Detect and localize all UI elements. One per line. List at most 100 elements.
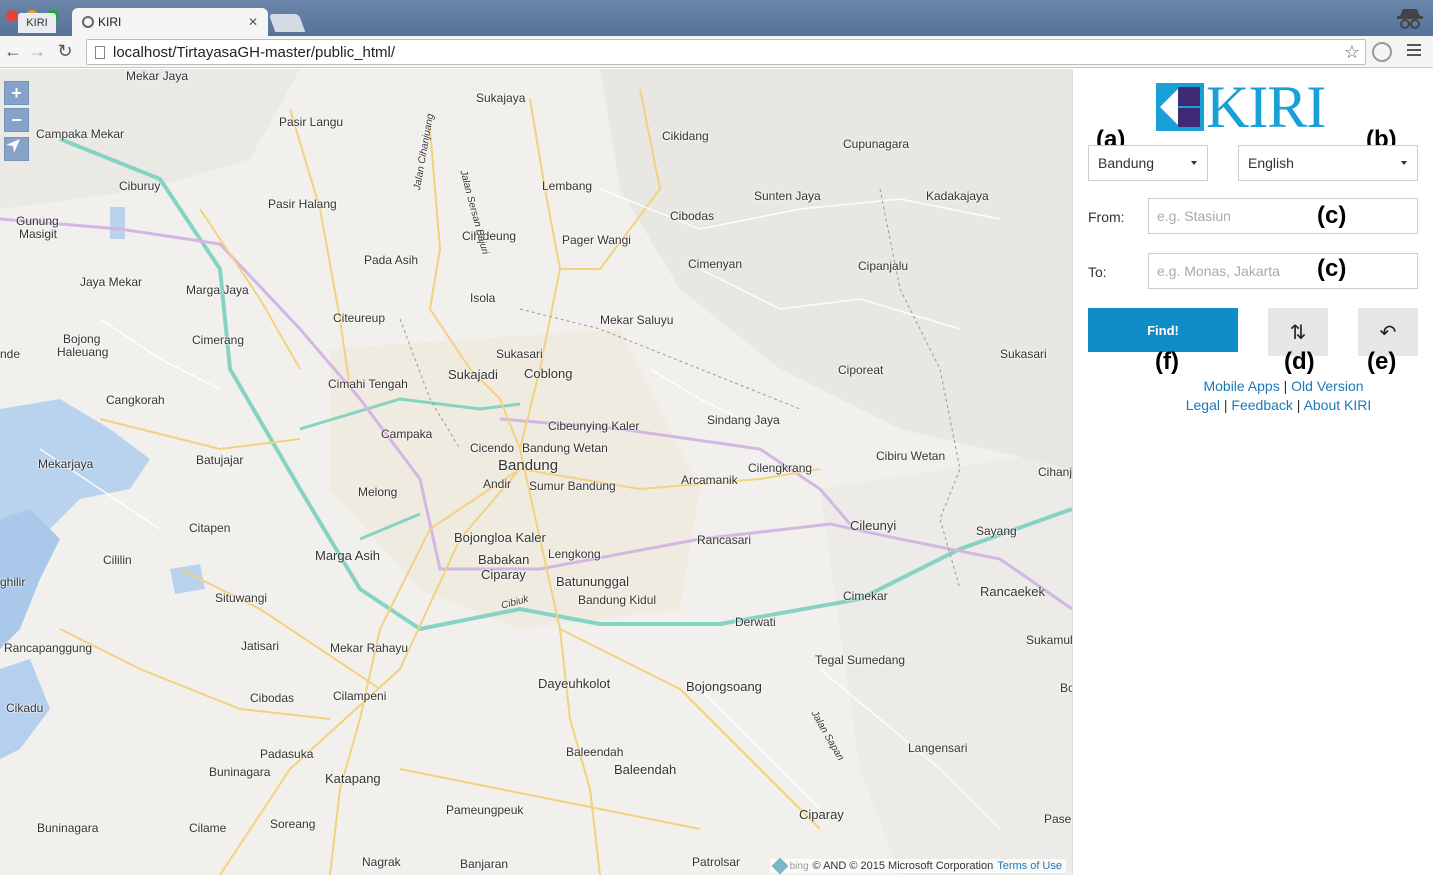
map-place-label: Padasuka	[260, 747, 314, 761]
map-place-label: Lengkong	[548, 547, 601, 561]
map-place-label: Banjaran	[460, 857, 509, 871]
globe-icon[interactable]	[1372, 42, 1392, 62]
favicon-icon	[82, 16, 94, 28]
map-place-label: Sukajaya	[476, 91, 526, 105]
terms-of-use-link[interactable]: Terms of Use	[997, 860, 1062, 872]
hamburger-menu-icon[interactable]	[1407, 44, 1421, 58]
map-place-label: Sumur Bandung	[529, 479, 616, 493]
map-place-label: Paseh	[1044, 812, 1072, 826]
forward-arrow-icon[interactable]: →	[26, 40, 48, 62]
map-place-label: Jaya Mekar	[80, 275, 143, 289]
from-label: From:	[1088, 209, 1125, 225]
old-version-link[interactable]: Old Version	[1291, 378, 1363, 394]
map-place-label: Sindang Jaya	[707, 413, 780, 427]
feedback-link[interactable]: Feedback	[1231, 397, 1292, 413]
map-place-label: Andir	[483, 477, 512, 491]
new-tab-button[interactable]	[268, 14, 306, 32]
map-place-label: Cihanj	[1038, 465, 1072, 479]
map-place-label: Situwangi	[215, 591, 268, 605]
map-place-label: Pasir Halang	[268, 197, 337, 211]
map-attribution: bing © AND © 2015 Microsoft Corporation …	[769, 857, 1066, 875]
undo-arrow-icon: ↶	[1379, 321, 1397, 344]
map-place-label: Jatisari	[241, 639, 280, 653]
map-place-label: Dayeuhkolot	[538, 676, 611, 691]
map-place-label: Cilengkrang	[748, 461, 813, 475]
links-row-2: Legal | Feedback | About KIRI	[1073, 397, 1433, 413]
tab-small-kiri[interactable]: KIRI	[18, 13, 56, 33]
map-place-label: Mekar Rahayu	[330, 641, 409, 655]
bing-label: bing	[789, 860, 809, 872]
kiri-logo-icon	[1156, 83, 1204, 131]
map-place-label: Cibodas	[250, 691, 295, 705]
map-place-label: Cilame	[189, 821, 227, 835]
mobile-apps-link[interactable]: Mobile Apps	[1203, 378, 1279, 394]
map-place-label: Isola	[470, 291, 496, 305]
map-place-label: Bojongsoang	[686, 679, 762, 694]
map-place-label: Cimenyan	[688, 257, 743, 271]
zoom-out-button[interactable]: −	[4, 108, 29, 132]
map-place-label: Patrolsar	[692, 855, 741, 869]
map-place-label: Arcamanik	[681, 473, 738, 487]
zoom-in-button[interactable]: +	[4, 81, 29, 105]
page-icon	[95, 45, 105, 59]
map-place-label: Tegal Sumedang	[815, 653, 906, 667]
map-place-label: Sayang	[976, 524, 1017, 538]
incognito-icon	[1395, 4, 1425, 32]
city-select-value: Bandung	[1098, 155, 1155, 171]
map-place-label: nde	[0, 347, 21, 361]
to-input[interactable]	[1148, 253, 1418, 289]
link-separator: |	[1223, 397, 1228, 413]
annotation-f: (f)	[1155, 348, 1179, 375]
map-place-label: Cikadu	[6, 701, 44, 715]
back-arrow-icon[interactable]: ←	[2, 40, 24, 62]
reload-icon[interactable]: ↻	[54, 40, 76, 62]
from-input[interactable]	[1148, 198, 1418, 234]
map-place-label: Sukasari	[1000, 347, 1047, 361]
city-select[interactable]: Bandung	[1088, 145, 1208, 181]
url-text[interactable]: localhost/TirtayasaGH-master/public_html…	[113, 44, 1339, 61]
map-place-label: Campaka Mekar	[36, 127, 125, 141]
language-select[interactable]: English	[1238, 145, 1418, 181]
map-place-label: Rancasari	[697, 533, 752, 547]
map-view[interactable]: Mekar Jaya Sukajaya Pasir Langu Cikidang Cup…	[0, 69, 1072, 875]
map-place-label: Cimekar	[843, 589, 888, 603]
map-place-label: Pager Wangi	[562, 233, 631, 247]
map-place-label: Kadakajaya	[926, 189, 989, 203]
route-panel: KIRI (a) (b) Bandung English From: (c) T…	[1072, 69, 1433, 875]
close-window-button[interactable]	[6, 10, 18, 22]
swap-arrows-icon: ⇅	[1289, 321, 1307, 344]
map-place-label: Baleendah	[614, 762, 677, 777]
map-place-label: Cililin	[103, 553, 132, 567]
bookmark-star-icon[interactable]: ☆	[1339, 42, 1365, 63]
map-place-label: Ciporeat	[838, 363, 884, 377]
map-place-label: Katapang	[325, 771, 381, 786]
legal-link[interactable]: Legal	[1186, 397, 1220, 413]
find-button[interactable]: Find!	[1088, 308, 1238, 352]
copyright-text: © AND © 2015 Microsoft Corporation	[812, 860, 994, 872]
link-separator: |	[1283, 378, 1288, 394]
map-place-label: Bojong	[63, 332, 101, 346]
locate-me-button[interactable]	[4, 137, 29, 161]
map-place-label: Citapen	[189, 521, 231, 535]
map-place-label: Mekarjaya	[38, 457, 94, 471]
close-tab-icon[interactable]: ✕	[248, 15, 258, 29]
map-place-label: Langensari	[908, 741, 968, 755]
dropdown-caret-icon	[1191, 161, 1197, 165]
tab-kiri-active[interactable]: KIRI ✕	[72, 8, 268, 36]
map-place-label: Buninagara	[37, 821, 99, 835]
language-select-value: English	[1248, 155, 1294, 171]
address-bar[interactable]: localhost/TirtayasaGH-master/public_html…	[86, 39, 1366, 65]
map-place-label: Marga Jaya	[186, 283, 249, 297]
bing-logo-icon	[771, 857, 789, 875]
map-place-label: Cilampeni	[333, 689, 387, 703]
map-place-label: Cileunyi	[850, 518, 897, 533]
map-place-label: Masigit	[19, 227, 58, 241]
map-place-label: Lembang	[542, 179, 593, 193]
map-place-label: Bandung Wetan	[522, 441, 608, 455]
map-place-label: Cicendo	[470, 441, 515, 455]
link-separator: |	[1296, 397, 1301, 413]
map-place-label: Cupunagara	[843, 137, 910, 151]
annotation-d: (d)	[1284, 348, 1315, 375]
map-place-label: Campaka	[381, 427, 433, 441]
about-kiri-link[interactable]: About KIRI	[1304, 397, 1372, 413]
